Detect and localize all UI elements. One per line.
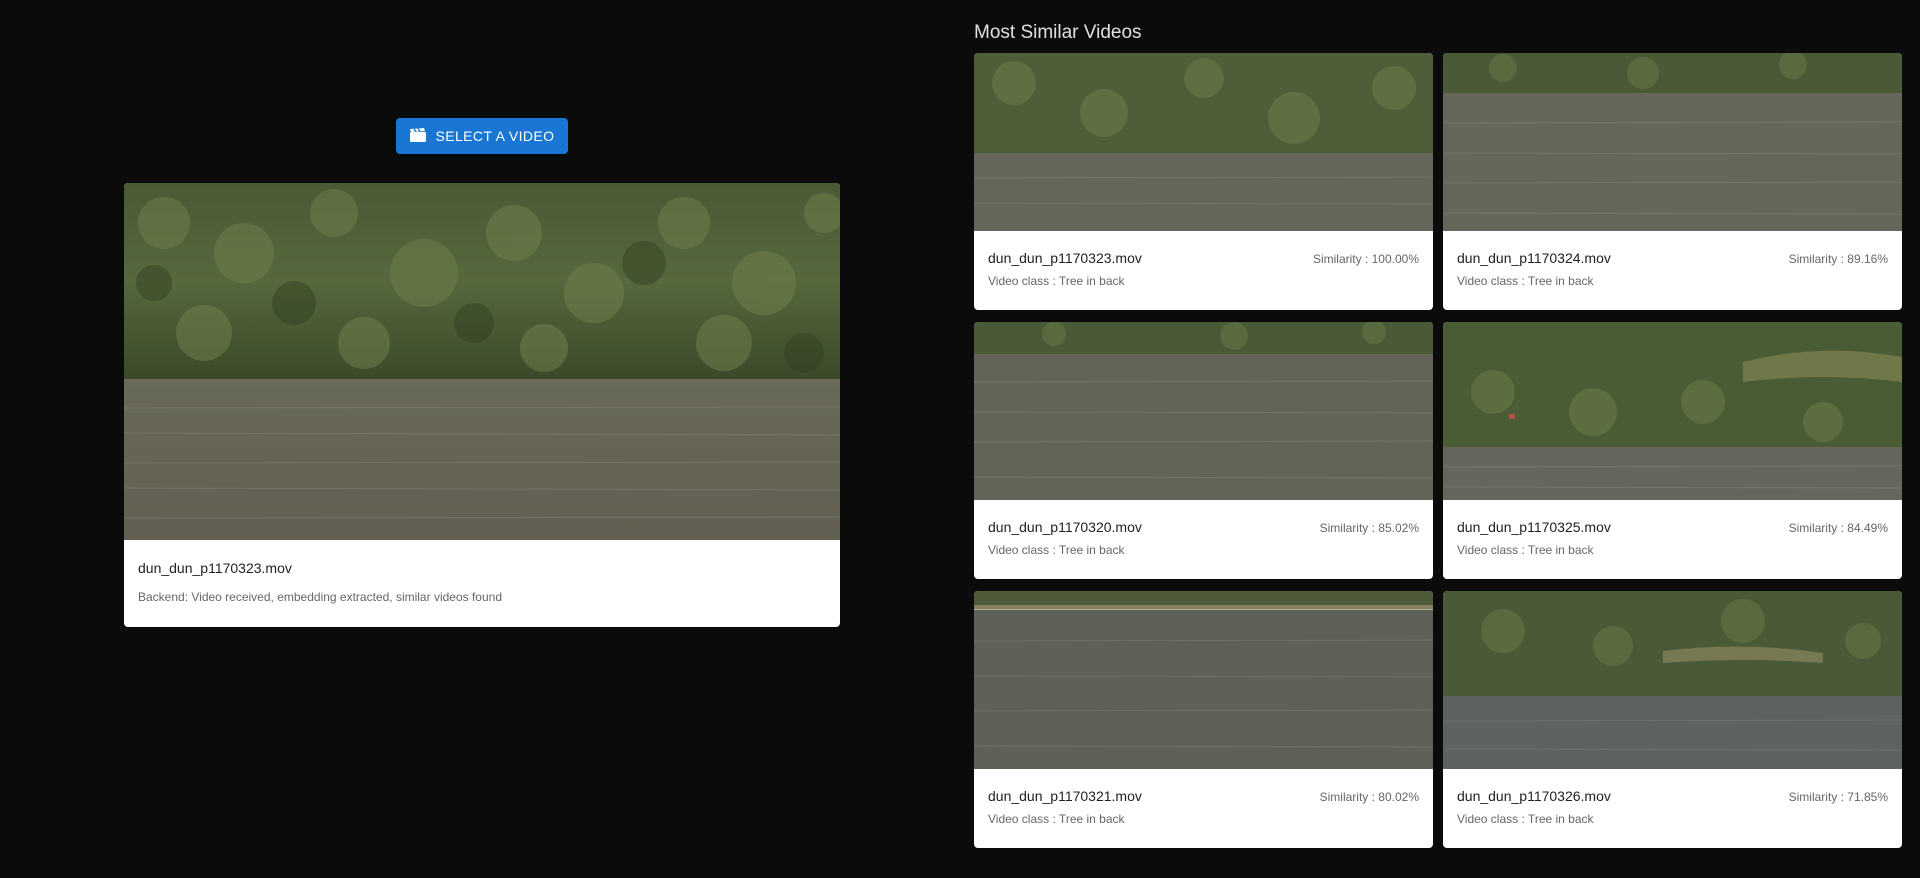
similar-video-card[interactable]: dun_dun_p1170324.mov Similarity : 89.16%… bbox=[1443, 53, 1902, 310]
current-video-player[interactable] bbox=[124, 183, 840, 540]
current-video-filename: dun_dun_p1170323.mov bbox=[138, 560, 292, 576]
similar-video-card[interactable]: dun_dun_p1170326.mov Similarity : 71.85%… bbox=[1443, 591, 1902, 848]
video-class: Video class : Tree in back bbox=[988, 543, 1125, 557]
video-class: Video class : Tree in back bbox=[1457, 543, 1594, 557]
video-thumbnail[interactable] bbox=[1443, 322, 1902, 500]
video-class: Video class : Tree in back bbox=[988, 274, 1125, 288]
similarity-score: Similarity : 80.02% bbox=[1319, 790, 1419, 804]
video-similarity-app: Select a video bbox=[0, 0, 1920, 878]
similar-videos-grid: dun_dun_p1170323.mov Similarity : 100.00… bbox=[974, 53, 1902, 848]
similar-video-card[interactable]: dun_dun_p1170323.mov Similarity : 100.00… bbox=[974, 53, 1433, 310]
similarity-score: Similarity : 71.85% bbox=[1788, 790, 1888, 804]
similarity-score: Similarity : 89.16% bbox=[1788, 252, 1888, 266]
similarity-score: Similarity : 85.02% bbox=[1319, 521, 1419, 535]
video-thumbnail[interactable] bbox=[1443, 53, 1902, 231]
current-video-card: dun_dun_p1170323.mov Backend: Video rece… bbox=[124, 183, 840, 627]
video-class: Video class : Tree in back bbox=[1457, 274, 1594, 288]
similar-video-card[interactable]: dun_dun_p1170325.mov Similarity : 84.49%… bbox=[1443, 322, 1902, 579]
video-class: Video class : Tree in back bbox=[988, 812, 1125, 826]
select-video-label: Select a video bbox=[435, 128, 555, 144]
clapperboard-icon bbox=[409, 127, 426, 145]
similarity-score: Similarity : 84.49% bbox=[1788, 521, 1888, 535]
video-thumbnail[interactable] bbox=[974, 322, 1433, 500]
video-class: Video class : Tree in back bbox=[1457, 812, 1594, 826]
backend-status: Backend: Video received, embedding extra… bbox=[138, 590, 502, 604]
video-thumbnail[interactable] bbox=[1443, 591, 1902, 769]
select-video-button[interactable]: Select a video bbox=[396, 118, 568, 154]
similarity-score: Similarity : 100.00% bbox=[1312, 252, 1419, 266]
similar-video-card[interactable]: dun_dun_p1170321.mov Similarity : 80.02%… bbox=[974, 591, 1433, 848]
similar-videos-title: Most Similar Videos bbox=[974, 22, 1142, 43]
video-thumbnail[interactable] bbox=[974, 591, 1433, 769]
video-thumbnail[interactable] bbox=[974, 53, 1433, 231]
similar-video-card[interactable]: dun_dun_p1170320.mov Similarity : 85.02%… bbox=[974, 322, 1433, 579]
